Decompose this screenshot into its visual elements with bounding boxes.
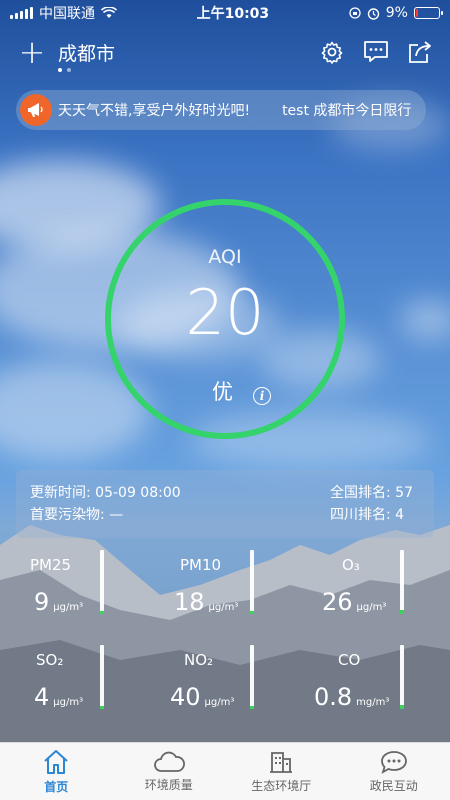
alarm-icon [367, 7, 379, 20]
chat-icon [364, 41, 388, 62]
cloud-icon [153, 751, 185, 772]
pollutant-name: NO₂ [184, 651, 214, 669]
pollutant-name: SO₂ [36, 651, 64, 669]
info-panel: 更新时间: 05-09 08:00 全国排名: 57 首要污染物: — 四川排名… [16, 470, 434, 538]
pollutant-level-bar [100, 550, 104, 614]
tab-public-interaction[interactable]: 政民互动 [338, 743, 450, 800]
update-time: 更新时间: 05-09 08:00 [30, 485, 181, 501]
primary-pollutant: 首要污染物: — [30, 507, 124, 523]
wifi-icon [101, 7, 117, 18]
pollutant-value: 0.8 [314, 683, 353, 711]
pollutant-name: CO [338, 651, 361, 669]
notice-extra-text: test 成都市今日限行 [282, 103, 412, 119]
aqi-value: 20 [185, 276, 265, 349]
pollutant-value: 40 [170, 683, 201, 711]
pollutant-value: 26 [322, 588, 353, 616]
pollutant-so2[interactable]: SO₂ 4 μg/m³ [0, 643, 150, 738]
notice-bar[interactable]: 天天气不错,享受户外好时光吧! test 成都市今日限行 [16, 90, 426, 130]
pollutant-name: PM25 [30, 556, 72, 574]
info-icon[interactable]: i [253, 387, 271, 405]
pollutant-unit: μg/m³ [356, 602, 387, 613]
tab-label: 环境质量 [144, 777, 193, 792]
signal-icon [10, 7, 33, 19]
pollutant-level-bar [400, 550, 404, 614]
tab-label: 首页 [44, 779, 69, 794]
pollutant-unit: μg/m³ [208, 602, 239, 613]
status-bar: 中国联通 上午10:03 9% [0, 0, 450, 26]
pollutant-level-bar [100, 645, 104, 709]
share-icon [409, 41, 431, 63]
pollutant-pm10[interactable]: PM10 18 μg/m³ [150, 548, 300, 643]
announcement-icon [20, 94, 52, 126]
notice-text: 天天气不错,享受户外好时光吧! [58, 103, 251, 119]
page-dot [67, 68, 71, 72]
pollutant-co[interactable]: CO 0.8 mg/m³ [300, 643, 450, 738]
gear-icon [321, 41, 343, 64]
pollutant-value: 4 [34, 683, 50, 711]
aqi-label: AQI [208, 246, 242, 268]
battery-percent: 9% [385, 5, 408, 21]
aqi-gauge: AQI 20 优 i [102, 196, 348, 442]
rotation-lock-icon [349, 7, 361, 19]
clock: 上午10:03 [196, 6, 270, 22]
tab-home[interactable]: 首页 [0, 743, 113, 800]
pollutant-name: PM10 [180, 556, 222, 574]
pollutant-unit: μg/m³ [53, 697, 84, 708]
pollutant-level-bar [400, 645, 404, 709]
aqi-level: 优 [212, 380, 233, 404]
pollutant-unit: μg/m³ [204, 697, 235, 708]
bottom-tab-bar: 首页 环境质量 生态环境厅 政民互动 [0, 742, 450, 800]
building-icon [270, 751, 293, 773]
carrier-label: 中国联通 [39, 6, 95, 22]
pollutant-no2[interactable]: NO₂ 40 μg/m³ [150, 643, 300, 738]
chat-bubble-icon [380, 750, 407, 774]
sichuan-rank[interactable]: 四川排名: 4 [330, 504, 420, 526]
settings-button[interactable] [318, 38, 346, 66]
page-indicator [58, 68, 71, 72]
tab-environment-quality[interactable]: 环境质量 [113, 743, 226, 800]
pollutant-pm25[interactable]: PM25 9 μg/m³ [0, 548, 150, 643]
pollutant-grid: PM25 9 μg/m³ PM10 18 μg/m³ O₃ 26 μg/m³ SO₂ … [0, 548, 450, 738]
pollutant-level-bar [250, 645, 254, 709]
add-city-button[interactable]: + [16, 36, 48, 68]
battery-icon [413, 7, 443, 19]
tab-ecology-department[interactable]: 生态环境厅 [225, 743, 338, 800]
pollutant-value: 18 [174, 588, 205, 616]
pollutant-unit: mg/m³ [356, 697, 390, 708]
city-name[interactable]: 成都市 [58, 39, 115, 66]
home-icon [44, 749, 68, 774]
pollutant-o3[interactable]: O₃ 26 μg/m³ [300, 548, 450, 643]
national-rank[interactable]: 全国排名: 57 [330, 482, 420, 504]
tab-label: 生态环境厅 [251, 778, 312, 793]
share-button[interactable] [406, 38, 434, 66]
message-button[interactable] [362, 38, 390, 66]
pollutant-name: O₃ [342, 556, 360, 574]
page-dot [58, 68, 62, 72]
pollutant-value: 9 [34, 588, 50, 616]
tab-label: 政民互动 [369, 778, 418, 793]
pollutant-unit: μg/m³ [53, 602, 84, 613]
pollutant-level-bar [250, 550, 254, 614]
